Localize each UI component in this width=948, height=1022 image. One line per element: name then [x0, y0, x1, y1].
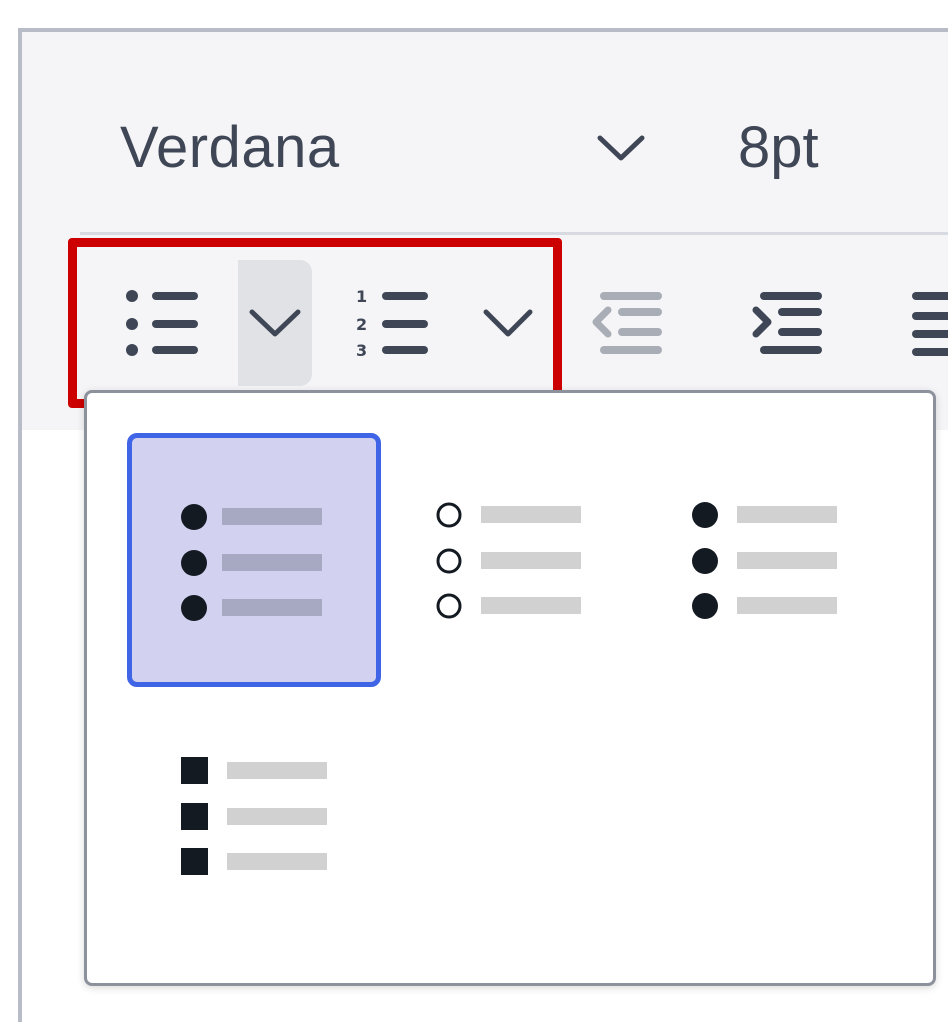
font-size-select[interactable]: 8pt — [738, 114, 819, 181]
bullet-list-button[interactable] — [116, 280, 206, 370]
bullet-style-square-option[interactable] — [127, 693, 377, 943]
align-icon — [912, 292, 948, 356]
svg-text:2: 2 — [356, 315, 367, 334]
indent-icon — [752, 292, 822, 354]
outdent-icon — [592, 292, 662, 354]
bullet-list-dropdown-button[interactable] — [238, 260, 312, 386]
chevron-down-icon — [249, 309, 301, 337]
toolbar-divider — [80, 232, 948, 235]
svg-text:3: 3 — [356, 341, 367, 360]
bullet-style-default-option[interactable] — [127, 433, 381, 687]
chevron-down-icon — [483, 309, 533, 337]
numbered-list-dropdown-button[interactable] — [470, 260, 544, 386]
numbered-list-button[interactable]: 1 2 3 — [350, 280, 440, 370]
filled-square-bullets-icon — [181, 757, 327, 875]
outdent-button[interactable] — [586, 280, 676, 370]
bullet-style-circle-option[interactable] — [387, 433, 637, 683]
filled-circle-bullets-icon — [181, 504, 322, 621]
numbered-list-icon: 1 2 3 — [356, 287, 428, 360]
hollow-circle-bullets-icon — [436, 502, 581, 619]
svg-text:1: 1 — [356, 287, 367, 306]
align-button[interactable] — [906, 280, 948, 370]
chevron-down-icon — [596, 128, 646, 173]
filled-circle-bullets-icon — [692, 502, 837, 619]
indent-button[interactable] — [746, 280, 836, 370]
bullet-style-disc-option[interactable] — [643, 433, 893, 683]
font-family-value: Verdana — [120, 115, 340, 180]
bullet-list-icon — [126, 290, 198, 356]
font-family-select[interactable]: Verdana — [100, 100, 660, 200]
bullet-style-dropdown — [84, 390, 936, 986]
